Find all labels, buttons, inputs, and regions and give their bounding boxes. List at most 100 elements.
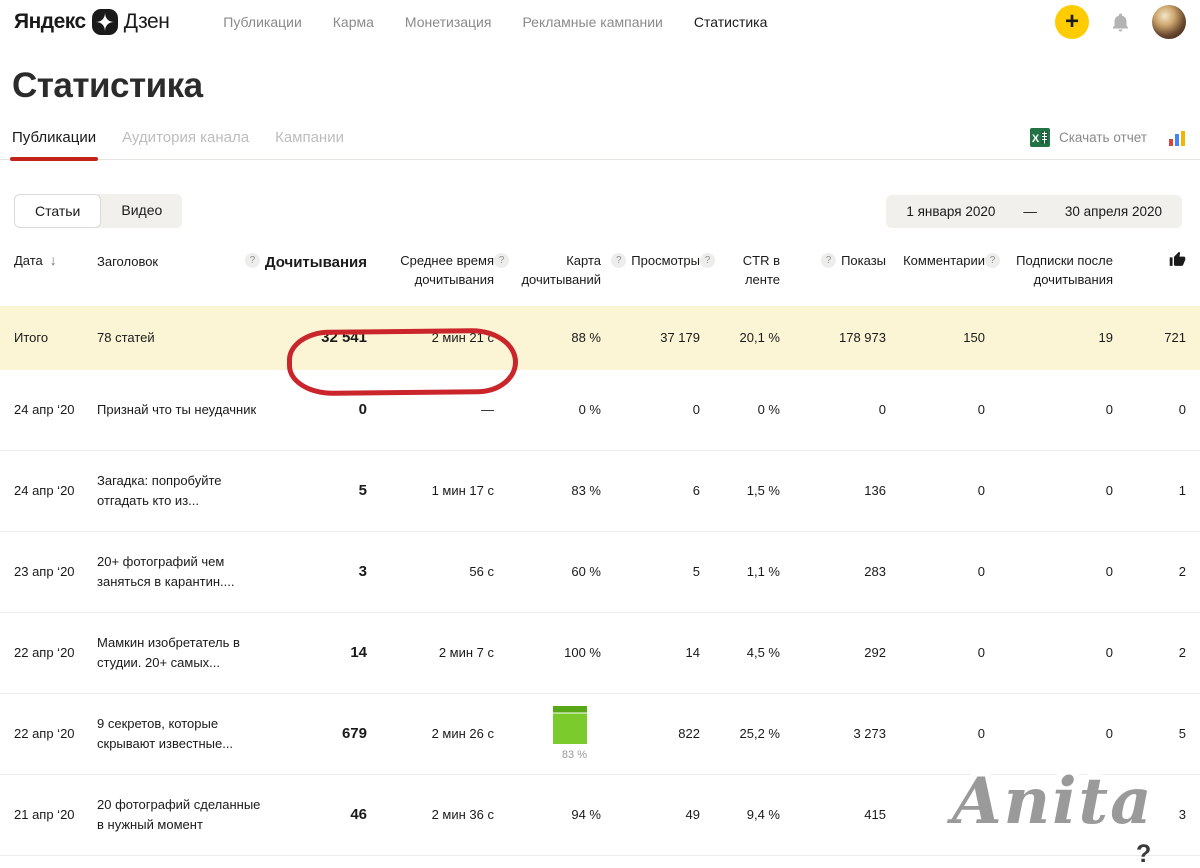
total-ctr: 20,1 % <box>739 330 780 346</box>
nav-monetization[interactable]: Монетизация <box>405 14 492 30</box>
top-bar: Яндекс Дзен Публикации Карма Монетизация… <box>0 0 1200 44</box>
table-row[interactable]: 24 апр ‘20 Признай что ты неудачник 0 — … <box>0 370 1200 451</box>
row-avg-time: 2 мин 26 с <box>431 726 494 742</box>
row-read-map: 100 % <box>564 645 601 661</box>
table-row[interactable]: 23 апр ‘20 20+ фотографий чем заняться в… <box>0 532 1200 613</box>
date-range-picker[interactable]: 1 января 2020 — 30 апреля 2020 <box>886 194 1182 228</box>
row-reads: 5 <box>358 482 367 500</box>
date-from: 1 января 2020 <box>906 203 996 219</box>
zen-logo-icon <box>91 9 118 35</box>
row-read-map: 0 % <box>578 402 601 418</box>
tab-publications[interactable]: Публикации <box>9 129 99 161</box>
table-row[interactable]: 24 апр ‘20 Загадка: попробуйте отгадать … <box>0 451 1200 532</box>
toggle-articles[interactable]: Статьи <box>14 194 102 228</box>
row-subscriptions: 0 <box>1105 483 1113 499</box>
nav-publications[interactable]: Публикации <box>223 14 301 30</box>
tabs: Публикации Аудитория канала Кампании <box>9 129 344 161</box>
table-row[interactable]: 21 апр ‘20 20 фотографий сделанные в нуж… <box>0 775 1200 856</box>
statistics-table: Дата ↓ Заголовок ? Дочитывания Среднее в… <box>0 251 1200 856</box>
row-views: 14 <box>685 645 700 661</box>
table-header: Дата ↓ Заголовок ? Дочитывания Среднее в… <box>0 251 1200 290</box>
total-comments: 150 <box>963 330 985 346</box>
read-map-bar <box>553 706 587 745</box>
row-ctr: 1,5 % <box>746 483 780 499</box>
col-header-comments: Комментарии <box>903 253 985 268</box>
date-to: 30 апреля 2020 <box>1064 203 1162 219</box>
statistics-page: Яндекс Дзен Публикации Карма Монетизация… <box>0 0 1200 868</box>
row-comments: 0 <box>977 807 985 823</box>
tab-campaigns[interactable]: Кампании <box>275 129 344 159</box>
table-total-row: Итого 78 статей 32 541 2 мин 21 с 88 % 3… <box>0 305 1200 370</box>
row-ctr: 1,1 % <box>746 564 780 580</box>
table-row[interactable]: 22 апр ‘20 Мамкин изобретатель в студии.… <box>0 613 1200 694</box>
col-header-read-map: ? Карта дочитываний <box>494 252 601 290</box>
help-icon[interactable]: ? <box>985 253 1000 268</box>
row-title-link[interactable]: Мамкин изобретатель в студии. 20+ самых.… <box>97 633 275 672</box>
row-reads: 46 <box>350 806 367 824</box>
row-date: 22 апр ‘20 <box>14 645 75 661</box>
svg-text:X: X <box>1032 133 1040 145</box>
row-impressions: 3 273 <box>853 726 886 742</box>
row-impressions: 136 <box>864 483 886 499</box>
nav-ad-campaigns[interactable]: Рекламные кампании <box>522 14 662 30</box>
row-views: 6 <box>692 483 700 499</box>
help-icon[interactable]: ? <box>244 253 260 268</box>
row-date: 21 апр ‘20 <box>14 807 75 823</box>
row-comments: 0 <box>977 564 985 580</box>
total-views: 37 179 <box>660 330 700 346</box>
row-views: 822 <box>678 726 700 742</box>
nav-statistics[interactable]: Статистика <box>694 14 768 30</box>
total-impressions: 178 973 <box>839 330 886 346</box>
row-reads: 3 <box>358 563 367 581</box>
content-type-toggle: Статьи Видео <box>14 194 183 228</box>
yandex-zen-logo[interactable]: Яндекс Дзен <box>14 9 170 35</box>
row-read-map: 83 % <box>571 483 601 499</box>
total-avg-time: 2 мин 21 с <box>431 330 494 346</box>
row-comments: 0 <box>977 402 985 418</box>
row-impressions: 292 <box>864 645 886 661</box>
row-title-link[interactable]: 20+ фотографий чем заняться в карантин..… <box>97 552 275 591</box>
row-date: 22 апр ‘20 <box>14 726 75 742</box>
row-reads: 14 <box>350 644 367 662</box>
sort-descending-icon[interactable]: ↓ <box>50 252 57 268</box>
table-row[interactable]: 22 апр ‘20 9 секретов, которые скрывают … <box>0 694 1200 775</box>
row-title-link[interactable]: Признай что ты неудачник <box>97 400 275 420</box>
help-button[interactable]: ? <box>1136 840 1151 868</box>
col-header-avg-time: Среднее время дочитывания <box>400 253 494 287</box>
date-separator: — <box>1023 203 1037 219</box>
nav-karma[interactable]: Карма <box>333 14 374 30</box>
row-subscriptions: 0 <box>1105 726 1113 742</box>
user-avatar[interactable] <box>1152 5 1186 39</box>
row-title-link[interactable]: 20 фотографий сделанные в нужный момент <box>97 795 275 834</box>
bar-chart-icon[interactable] <box>1168 130 1186 146</box>
row-title-link[interactable]: Загадка: попробуйте отгадать кто из... <box>97 471 275 510</box>
row-subscriptions: 0 <box>1105 645 1113 661</box>
download-report-label: Скачать отчет <box>1058 130 1147 145</box>
download-report-button[interactable]: X Скачать отчет <box>1029 128 1186 159</box>
row-likes: 2 <box>1178 564 1186 580</box>
help-icon[interactable]: ? <box>700 253 715 268</box>
row-reads: 0 <box>358 401 367 419</box>
row-avg-time: — <box>481 402 494 418</box>
total-read-map: 88 % <box>571 330 601 346</box>
row-impressions: 0 <box>878 402 886 418</box>
help-icon[interactable]: ? <box>821 253 837 268</box>
create-post-button[interactable]: + <box>1055 5 1089 39</box>
row-comments: 0 <box>977 726 985 742</box>
notifications-bell-icon[interactable] <box>1111 12 1130 33</box>
total-articles-count: 78 статей <box>97 330 155 346</box>
row-impressions: 415 <box>864 807 886 823</box>
row-date: 23 апр ‘20 <box>14 564 75 580</box>
help-icon[interactable]: ? <box>494 253 509 268</box>
row-likes: 3 <box>1178 807 1186 823</box>
col-header-date: Дата ↓ <box>14 252 57 268</box>
row-comments: 0 <box>977 483 985 499</box>
tab-channel-audience[interactable]: Аудитория канала <box>122 129 249 159</box>
row-ctr: 25,2 % <box>739 726 780 742</box>
help-icon[interactable]: ? <box>611 253 627 268</box>
row-date: 24 апр ‘20 <box>14 483 75 499</box>
read-map-thumbnail[interactable]: 83 % <box>553 706 601 761</box>
tabs-row: Публикации Аудитория канала Кампании X С… <box>0 128 1200 161</box>
toggle-videos[interactable]: Видео <box>101 194 182 228</box>
row-title-link[interactable]: 9 секретов, которые скрывают известные..… <box>97 714 275 753</box>
